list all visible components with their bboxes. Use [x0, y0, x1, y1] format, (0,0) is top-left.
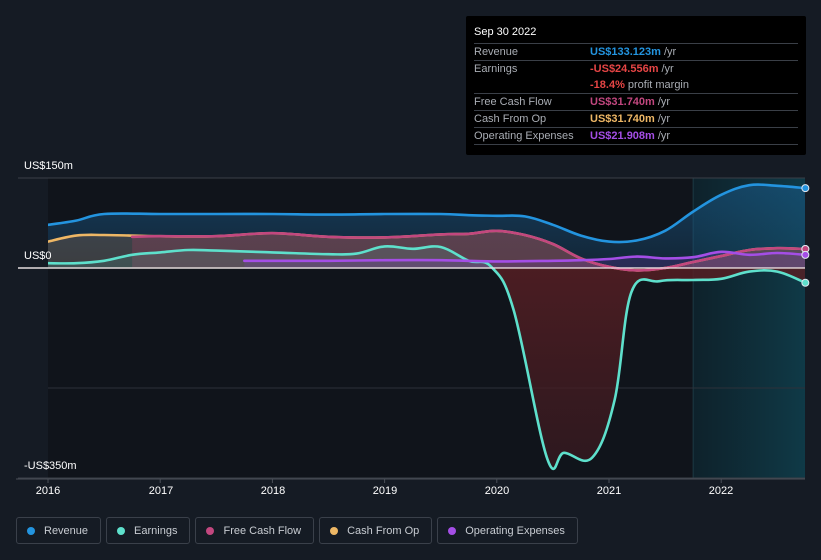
free-cash-flow-dot-icon [206, 526, 215, 535]
tooltip-label: Cash From Op [474, 113, 547, 125]
tooltip-unit: /yr [657, 96, 671, 108]
tooltip-value: US$31.740m [590, 96, 655, 108]
y-tick-label-bottom: -US$350m [24, 460, 77, 472]
data-tooltip: Sep 30 2022 Revenue US$133.123m /yr Earn… [466, 16, 806, 155]
tooltip-label: Operating Expenses [474, 130, 574, 142]
tooltip-row-revenue: Revenue US$133.123m /yr [474, 44, 798, 61]
x-tick-label-2016: 2016 [35, 485, 61, 497]
tooltip-unit: /yr [657, 130, 671, 142]
tooltip-value: -US$24.556m [590, 63, 659, 75]
chart-legend: Revenue Earnings Free Cash Flow Cash Fro… [16, 517, 578, 544]
earnings-dot-icon [117, 526, 126, 535]
tooltip-unit: /yr [663, 46, 677, 58]
operating-expenses-dot-icon [448, 526, 457, 535]
legend-label: Operating Expenses [465, 524, 565, 537]
x-tick-label-2021: 2021 [596, 485, 622, 497]
operating-expenses-end-marker [801, 250, 810, 259]
tooltip-label: Free Cash Flow [474, 96, 552, 108]
x-tick-label-2022: 2022 [708, 485, 734, 497]
tooltip-value: US$21.908m [590, 130, 655, 142]
cash-from-op-dot-icon [330, 526, 339, 535]
tooltip-value: US$31.740m [590, 113, 655, 125]
revenue-end-marker [801, 184, 810, 193]
revenue-dot-icon [27, 526, 35, 535]
tooltip-label [474, 77, 590, 93]
earnings-end-marker [801, 278, 810, 287]
legend-item-earnings[interactable]: Earnings [106, 517, 191, 544]
tooltip-row-operating-expenses: Operating Expenses US$21.908m /yr [474, 128, 798, 145]
y-tick-label-top: US$150m [24, 160, 73, 172]
legend-item-operating-expenses[interactable]: Operating Expenses [437, 517, 578, 544]
x-tick-label-2019: 2019 [372, 485, 398, 497]
tooltip-unit: /yr [657, 113, 671, 125]
tooltip-label: Earnings [474, 63, 518, 75]
legend-item-free-cash-flow[interactable]: Free Cash Flow [195, 517, 315, 544]
legend-item-revenue[interactable]: Revenue [16, 517, 102, 544]
tooltip-value: -18.4% [590, 79, 625, 91]
x-tick-label-2018: 2018 [260, 485, 286, 497]
tooltip-row-earnings: Earnings -US$24.556m /yr [474, 61, 798, 77]
tooltip-label: Revenue [474, 46, 519, 58]
tooltip-unit: profit margin [627, 79, 689, 91]
x-tick-label-2020: 2020 [484, 485, 510, 497]
legend-item-cash-from-op[interactable]: Cash From Op [319, 517, 433, 544]
tooltip-unit: /yr [661, 63, 674, 75]
tooltip-row-cash-from-op: Cash From Op US$31.740m /yr [474, 111, 798, 128]
legend-label: Free Cash Flow [223, 524, 302, 537]
legend-label: Cash From Op [347, 524, 420, 537]
y-tick-label-zero: US$0 [24, 250, 52, 262]
legend-label: Earnings [134, 524, 178, 537]
tooltip-row-profit-margin: -18.4% profit margin [474, 77, 798, 94]
tooltip-row-free-cash-flow: Free Cash Flow US$31.740m /yr [474, 94, 798, 111]
tooltip-date: Sep 30 2022 [474, 24, 798, 44]
x-tick-label-2017: 2017 [148, 485, 174, 497]
tooltip-value: US$133.123m [590, 46, 661, 58]
legend-label: Revenue [44, 524, 89, 537]
